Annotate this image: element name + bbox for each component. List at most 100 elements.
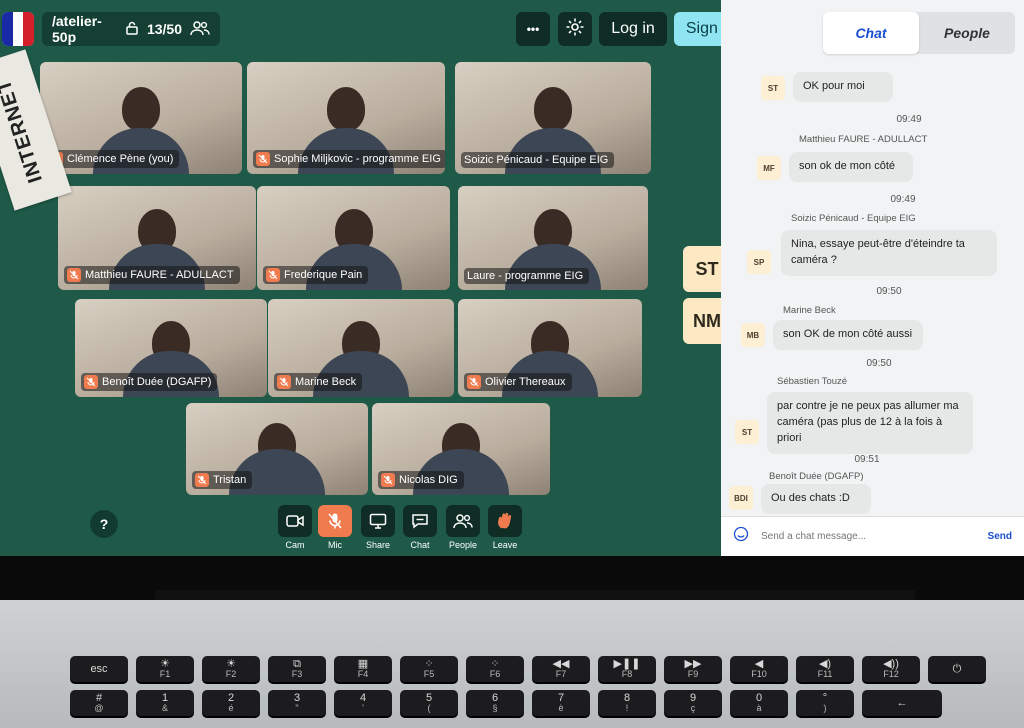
- participant-name-tag: Soizic Pénicaud - Equipe EIG: [461, 152, 615, 168]
- participant-name: Tristan: [213, 474, 247, 486]
- mic-off-icon: [318, 505, 352, 537]
- keyboard-key: 0 à: [730, 690, 788, 716]
- participant-count: 13/50: [146, 21, 182, 37]
- keyboard-key: # @: [70, 690, 128, 716]
- video-tile[interactable]: Olivier Thereaux: [458, 299, 642, 397]
- participant-name-tag: Clémence Pène (you): [46, 150, 180, 168]
- chat-tabbar: Chat People: [823, 12, 1015, 54]
- keyboard-key: ▦ F4: [334, 656, 392, 682]
- mic-off-icon: [84, 375, 98, 389]
- message-sender: Soizic Pénicaud - Equipe EIG: [791, 213, 916, 224]
- mic-off-icon: [256, 152, 270, 166]
- help-button[interactable]: ?: [90, 510, 118, 538]
- video-tile[interactable]: Tristan: [186, 403, 368, 495]
- video-tile[interactable]: Laure - programme EIG: [458, 186, 648, 290]
- participant-name-tag: Nicolas DIG: [378, 471, 464, 489]
- participant-name-tag: Tristan: [192, 471, 253, 489]
- settings-button[interactable]: [558, 12, 592, 46]
- mic-off-icon: [467, 375, 481, 389]
- participant-name: Matthieu FAURE - ADULLACT: [85, 269, 234, 281]
- key-sublabel: §: [492, 703, 498, 714]
- keyboard-key: ☀ F1: [136, 656, 194, 682]
- keyboard-key: ▶▶ F9: [664, 656, 722, 682]
- participant-name: Sophie Miljkovic - programme EIG: [274, 153, 441, 165]
- send-button[interactable]: Send: [988, 531, 1012, 542]
- video-tile[interactable]: Marine Beck: [268, 299, 454, 397]
- video-tile[interactable]: Clémence Pène (you): [40, 62, 242, 174]
- gear-icon: [565, 17, 585, 42]
- chat-input[interactable]: [759, 530, 980, 543]
- keyboard-key: 9 ç: [664, 690, 722, 716]
- people-icon: [446, 505, 480, 537]
- participant-name: Laure - programme EIG: [467, 270, 584, 282]
- participant-video: [327, 86, 365, 131]
- participant-name-tag: Marine Beck: [274, 373, 363, 391]
- screen-share-icon: [361, 505, 395, 537]
- more-icon: •••: [526, 22, 540, 36]
- keyboard-key: ←: [862, 690, 942, 716]
- video-tile[interactable]: Benoît Duée (DGAFP): [75, 299, 267, 397]
- key-sublabel: F10: [751, 669, 767, 680]
- key-sublabel: !: [625, 703, 629, 714]
- unlock-icon[interactable]: [125, 21, 139, 38]
- keyboard-key: ▶❚❚ F8: [598, 656, 656, 682]
- participant-name-tag: Sophie Miljkovic - programme EIG: [253, 150, 445, 168]
- video-tile[interactable]: Nicolas DIG: [372, 403, 550, 495]
- control-label: Leave: [492, 540, 518, 550]
- key-sublabel: ': [362, 703, 364, 714]
- message-sender: Matthieu FAURE - ADULLACT: [799, 134, 928, 145]
- key-sublabel: à: [756, 703, 762, 714]
- people-control-button[interactable]: People: [443, 505, 483, 550]
- control-label: Share: [365, 540, 391, 550]
- mic-off-icon: [67, 268, 81, 282]
- control-label: Cam: [285, 540, 305, 550]
- mic-off-icon: [277, 375, 291, 389]
- video-tile[interactable]: Sophie Miljkovic - programme EIG: [247, 62, 445, 174]
- mic-off-icon: [266, 268, 280, 282]
- message-time: 09:50: [876, 286, 902, 297]
- more-options-button[interactable]: •••: [516, 12, 550, 46]
- key-sublabel: é: [228, 703, 234, 714]
- tab-people[interactable]: People: [919, 12, 1015, 54]
- tab-chat[interactable]: Chat: [823, 12, 919, 54]
- camera-icon: [278, 505, 312, 537]
- chat-control-button[interactable]: Chat: [400, 505, 440, 550]
- message-bubble: son OK de mon côté aussi: [773, 320, 923, 350]
- key-sublabel: F2: [225, 669, 237, 680]
- chat-messages: ST OK pour moi 09:49 Matthieu FAURE - AD…: [721, 64, 1024, 514]
- key-sublabel: F9: [687, 669, 699, 680]
- chat-composer: Send: [721, 516, 1024, 556]
- laptop-keyboard: esc ☀ F1 ☀ F2 ⧉ F3 ▦ F4 ⁘ F5 ⁘ F6 ◀◀ F7 ▶❚❚ F8 ▶…: [0, 600, 1024, 728]
- message-avatar: SP: [747, 250, 771, 274]
- emoji-icon[interactable]: [733, 526, 749, 547]
- key-sublabel: è: [558, 703, 564, 714]
- key-sublabel: F3: [291, 669, 303, 680]
- keyboard-key: 5 (: [400, 690, 458, 716]
- room-info: /atelier-50p 13/50: [42, 12, 220, 46]
- video-tile[interactable]: Frederique Pain: [257, 186, 450, 290]
- share-control-button[interactable]: Share: [358, 505, 398, 550]
- keyboard-key: 3 ": [268, 690, 326, 716]
- leave-control-button[interactable]: Leave: [485, 505, 525, 550]
- key-label: esc: [90, 662, 108, 675]
- message-bubble: Nina, essaye peut-être d'éteindre ta cam…: [781, 230, 997, 276]
- chat-panel: Chat People ST OK pour moi 09:49 Matthie…: [721, 0, 1024, 556]
- key-sublabel: @: [94, 703, 104, 714]
- cam-control-button[interactable]: Cam: [275, 505, 315, 550]
- key-sublabel: F6: [489, 669, 501, 680]
- key-sublabel: F5: [423, 669, 435, 680]
- message-sender: Benoît Duée (DGAFP): [769, 471, 864, 482]
- participant-video: [122, 86, 160, 131]
- message-avatar: MF: [757, 156, 781, 180]
- key-sublabel: F1: [159, 669, 171, 680]
- message-time: 09:50: [866, 358, 892, 369]
- mic-control-button[interactable]: Mic: [315, 505, 355, 550]
- participant-name: Soizic Pénicaud - Equipe EIG: [464, 154, 609, 166]
- message-sender: Sébastien Touzé: [777, 376, 848, 387]
- key-sublabel: ": [295, 703, 299, 714]
- video-tile[interactable]: Soizic Pénicaud - Equipe EIG: [455, 62, 651, 174]
- login-button[interactable]: Log in: [599, 12, 667, 46]
- video-tile[interactable]: Matthieu FAURE - ADULLACT: [58, 186, 256, 290]
- people-icon[interactable]: [190, 20, 210, 39]
- keyboard-key: ◀◀ F7: [532, 656, 590, 682]
